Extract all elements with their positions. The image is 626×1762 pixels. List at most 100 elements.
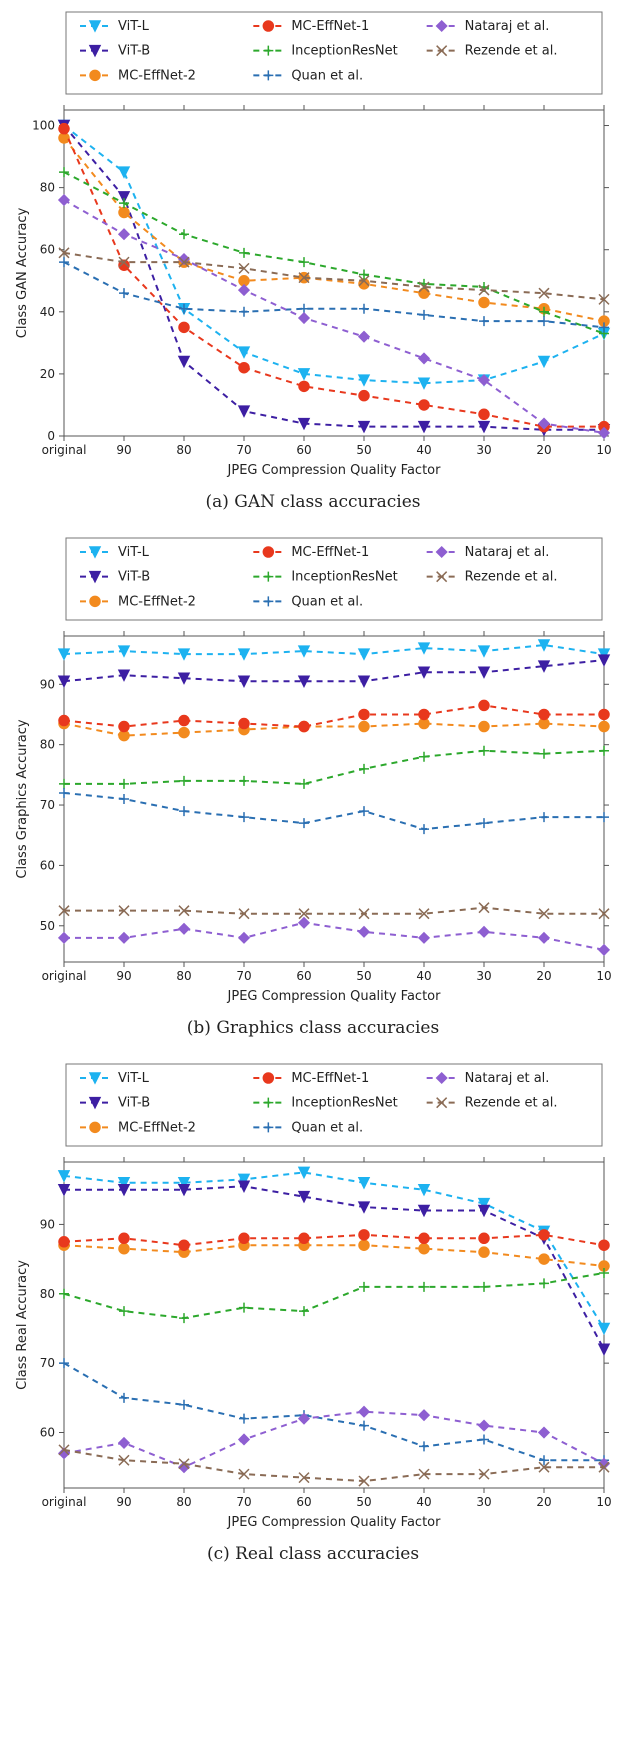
series-line-rezende-et-al- [64, 253, 604, 300]
x-axis-label: JPEG Compression Quality Factor [227, 463, 442, 478]
x-tick-label: 70 [236, 443, 251, 457]
y-tick-label: 80 [40, 738, 55, 752]
caption-b: (b) Graphics class accuracies [8, 1018, 618, 1038]
series-line-mc-effnet-2 [64, 1245, 604, 1266]
x-tick-label: original [42, 1495, 87, 1509]
chart-block-b: ViT-L ViT-B MC-EffNet-2 MC-EffNet-1 Inceptio… [8, 536, 618, 1038]
x-tick-label: 60 [296, 1495, 311, 1509]
series-line-mc-effnet-2 [64, 138, 604, 321]
series-line-quan-et-al- [64, 262, 604, 327]
y-tick-label: 100 [32, 119, 55, 133]
y-tick-label: 80 [40, 181, 55, 195]
legend-label: Rezende et al. [465, 44, 558, 59]
legend-label: Quan et al. [291, 1120, 363, 1135]
legend-label: Quan et al. [291, 68, 363, 83]
x-tick-label: 90 [116, 443, 131, 457]
legend-label: ViT-L [118, 1071, 150, 1086]
series-line-mc-effnet-1 [64, 129, 604, 427]
legend-label: Nataraj et al. [465, 1071, 550, 1086]
y-axis-label: Class Graphics Accuracy [15, 719, 30, 879]
x-tick-label: 30 [476, 443, 491, 457]
x-tick-label: 70 [236, 1495, 251, 1509]
x-tick-label: 50 [356, 1495, 371, 1509]
y-tick-label: 90 [40, 677, 55, 691]
legend-label: Quan et al. [291, 594, 363, 609]
x-tick-label: 20 [536, 969, 551, 983]
legend-label: ViT-B [118, 1096, 150, 1111]
legend-label: Rezende et al. [465, 570, 558, 585]
series-line-quan-et-al- [64, 793, 604, 829]
y-axis-label: Class GAN Accuracy [15, 207, 30, 338]
y-tick-label: 0 [47, 429, 55, 443]
series-line-vit-b [64, 660, 604, 681]
y-tick-label: 70 [40, 798, 55, 812]
caption-a: (a) GAN class accuracies [8, 492, 618, 512]
y-tick-label: 50 [40, 919, 55, 933]
y-tick-label: 40 [40, 305, 55, 319]
chart-c: ViT-LViT-BMC-EffNet-2MC-EffNet-1Inceptio… [10, 1062, 616, 1538]
x-axis-label: JPEG Compression Quality Factor [227, 989, 442, 1004]
chart-b: ViT-L ViT-B MC-EffNet-2 MC-EffNet-1 Inceptio… [10, 536, 616, 1012]
x-tick-label: 80 [176, 443, 191, 457]
legend-label: MC-EffNet-1 [291, 19, 369, 34]
x-tick-label: 80 [176, 969, 191, 983]
x-tick-label: 60 [296, 443, 311, 457]
series-line-rezende-et-al- [64, 908, 604, 914]
series-line-nataraj-et-al- [64, 923, 604, 950]
legend-label: MC-EffNet-1 [291, 545, 369, 560]
x-tick-label: 30 [476, 1495, 491, 1509]
axes-box [64, 110, 604, 436]
x-tick-label: 50 [356, 443, 371, 457]
legend-label: MC-EffNet-2 [118, 68, 196, 83]
series-line-vit-b [64, 1186, 604, 1349]
x-tick-label: 40 [416, 1495, 431, 1509]
series-line-mc-effnet-1 [64, 705, 604, 726]
charts-container: ViT-L ViT-B MC-EffNet-2 MC-EffNet-1 Inceptio… [8, 10, 618, 1564]
x-tick-label: 10 [596, 969, 611, 983]
x-tick-label: 40 [416, 969, 431, 983]
y-tick-label: 20 [40, 367, 55, 381]
series-line-inceptionresnet [64, 1273, 604, 1318]
caption-c: (c) Real class accuracies [8, 1544, 618, 1564]
legend-label: ViT-B [118, 44, 150, 59]
x-tick-label: 10 [596, 1495, 611, 1509]
x-tick-label: original [42, 443, 87, 457]
y-tick-label: 90 [40, 1217, 55, 1231]
legend-label: ViT-B [118, 570, 150, 585]
axes-box [64, 1162, 604, 1488]
legend-label: Rezende et al. [465, 1096, 558, 1111]
axes-box [64, 636, 604, 962]
series-line-quan-et-al- [64, 1363, 604, 1460]
series-line-rezende-et-al- [64, 1450, 604, 1481]
x-tick-label: 20 [536, 443, 551, 457]
x-tick-label: 70 [236, 969, 251, 983]
chart-block-c: ViT-LViT-BMC-EffNet-2MC-EffNet-1Inceptio… [8, 1062, 618, 1564]
legend-label: MC-EffNet-1 [291, 1071, 369, 1086]
x-tick-label: 80 [176, 1495, 191, 1509]
x-tick-label: original [42, 969, 87, 983]
x-tick-label: 10 [596, 443, 611, 457]
x-tick-label: 40 [416, 443, 431, 457]
y-tick-label: 60 [40, 1426, 55, 1440]
legend-label: MC-EffNet-2 [118, 1120, 196, 1135]
series-line-mc-effnet-1 [64, 1235, 604, 1245]
x-axis-label: JPEG Compression Quality Factor [227, 1515, 442, 1530]
legend-label: Nataraj et al. [465, 19, 550, 34]
series-line-inceptionresnet [64, 751, 604, 784]
x-tick-label: 20 [536, 1495, 551, 1509]
legend-label: InceptionResNet [291, 44, 397, 59]
legend-label: ViT-L [118, 545, 150, 560]
x-tick-label: 90 [116, 1495, 131, 1509]
series-line-nataraj-et-al- [64, 200, 604, 433]
legend-label: InceptionResNet [291, 570, 397, 585]
page: { "legend_order": ["ViT-L","ViT-B","MC-E… [0, 0, 626, 1608]
series-line-vit-l [64, 645, 604, 654]
legend-label: MC-EffNet-2 [118, 594, 196, 609]
y-axis-label: Class Real Accuracy [15, 1260, 30, 1390]
series-line-vit-b [64, 126, 604, 430]
y-tick-label: 70 [40, 1356, 55, 1370]
y-tick-label: 80 [40, 1287, 55, 1301]
y-tick-label: 60 [40, 858, 55, 872]
x-tick-label: 50 [356, 969, 371, 983]
series-line-nataraj-et-al- [64, 1412, 604, 1467]
